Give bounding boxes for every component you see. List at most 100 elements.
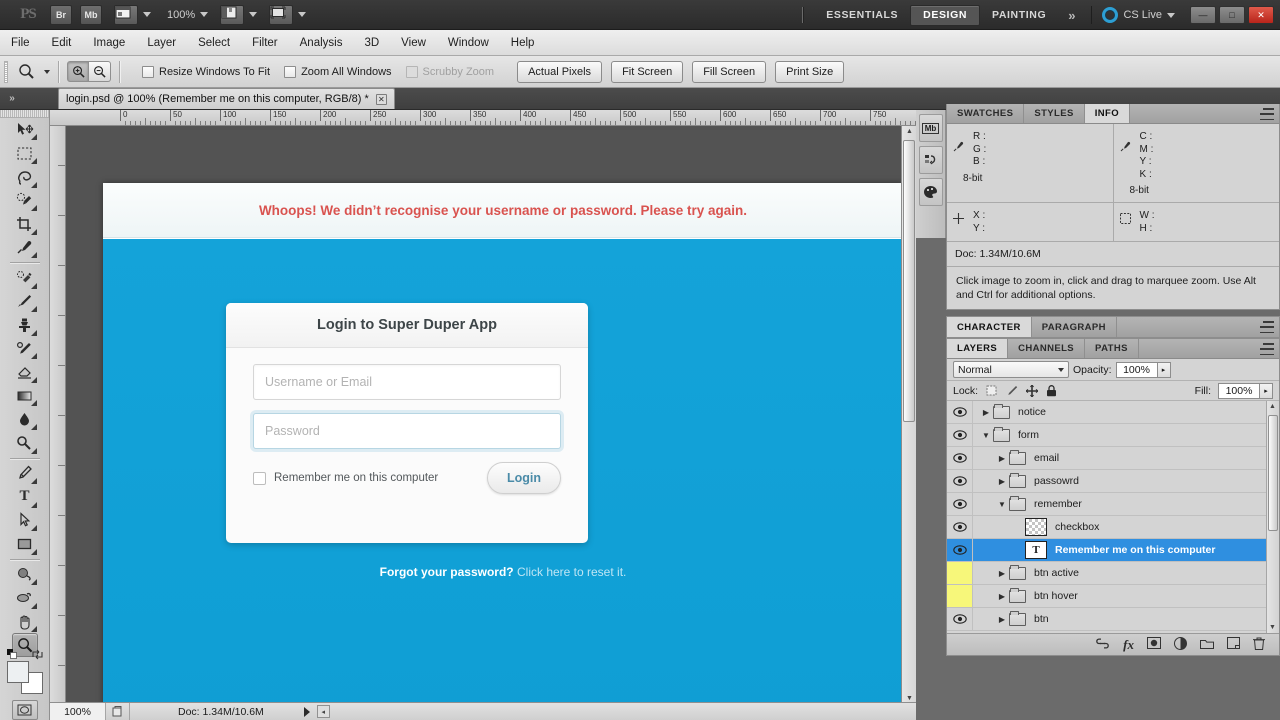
print-size-button[interactable]: Print Size bbox=[775, 60, 845, 83]
opacity-value[interactable]: 100% bbox=[1115, 361, 1158, 378]
vertical-scroll-thumb[interactable] bbox=[903, 140, 915, 422]
mini-bridge-icon[interactable]: Mb bbox=[918, 114, 943, 142]
fill-stepper[interactable]: ▸ bbox=[1260, 382, 1273, 399]
group-expand-icon[interactable]: ▶ bbox=[995, 592, 1009, 601]
actual-pixels-button[interactable]: Actual Pixels bbox=[517, 60, 603, 83]
layer-visibility-eye-icon[interactable] bbox=[947, 493, 973, 515]
close-document-icon[interactable]: ✕ bbox=[375, 93, 387, 105]
eraser-tool[interactable] bbox=[12, 360, 38, 384]
foreground-color-swatch[interactable] bbox=[6, 660, 29, 683]
layers-panel-menu-icon[interactable] bbox=[1260, 343, 1274, 355]
layer-row[interactable]: ▼ remember bbox=[947, 493, 1279, 516]
tab-styles[interactable]: STYLES bbox=[1024, 104, 1085, 123]
layer-visibility-eye-icon[interactable] bbox=[947, 608, 973, 630]
layer-visibility-eye-icon[interactable] bbox=[947, 424, 973, 446]
pen-tool[interactable] bbox=[12, 462, 38, 486]
layers-scroll-thumb[interactable] bbox=[1268, 415, 1278, 531]
layer-mask-icon[interactable] bbox=[1147, 637, 1161, 652]
status-proxy-icon[interactable] bbox=[106, 702, 130, 720]
workspace-tab-essentials[interactable]: ESSENTIALS bbox=[814, 5, 910, 26]
document-tab[interactable]: login.psd @ 100% (Remember me on this co… bbox=[58, 88, 395, 109]
layer-visibility-eye-icon[interactable] bbox=[947, 470, 973, 492]
cs-live-button[interactable]: CS Live bbox=[1102, 7, 1175, 23]
menu-edit[interactable]: Edit bbox=[41, 30, 83, 56]
lock-all-icon[interactable] bbox=[1045, 384, 1058, 397]
rectangle-tool[interactable] bbox=[12, 532, 38, 556]
menu-analysis[interactable]: Analysis bbox=[289, 30, 354, 56]
blend-mode-select[interactable]: Normal bbox=[953, 361, 1069, 378]
history-brush-tool[interactable] bbox=[12, 337, 38, 361]
tab-character[interactable]: CHARACTER bbox=[947, 317, 1032, 337]
username-input[interactable]: Username or Email bbox=[253, 364, 561, 400]
tools-panel-grip[interactable] bbox=[0, 110, 49, 118]
status-zoom-field[interactable]: 100% bbox=[50, 702, 106, 720]
zoom-caret-icon[interactable] bbox=[200, 12, 209, 17]
tab-paragraph[interactable]: PARAGRAPH bbox=[1032, 317, 1117, 337]
swap-colors-icon[interactable] bbox=[31, 649, 43, 663]
tab-swatches[interactable]: SWATCHES bbox=[947, 104, 1025, 123]
quick-mask-mode-button[interactable] bbox=[11, 700, 38, 720]
group-expand-icon[interactable]: ▶ bbox=[995, 454, 1009, 463]
clone-stamp-tool[interactable] bbox=[12, 313, 38, 337]
layers-scroll-up-icon[interactable]: ▲ bbox=[1269, 403, 1276, 410]
lock-position-icon[interactable] bbox=[1025, 384, 1038, 397]
arrange-documents-icon[interactable] bbox=[220, 4, 245, 25]
canvas-vertical-scrollbar[interactable]: ▲ ▼ bbox=[901, 126, 916, 704]
layer-visibility-eye-icon[interactable] bbox=[947, 447, 973, 469]
layer-visibility-off-icon[interactable] bbox=[947, 562, 973, 584]
menu-layer[interactable]: Layer bbox=[136, 30, 187, 56]
layer-row[interactable]: ▶ notice bbox=[947, 401, 1279, 424]
lock-transparency-icon[interactable] bbox=[985, 384, 998, 397]
fit-screen-button[interactable]: Fit Screen bbox=[611, 60, 684, 83]
lasso-tool[interactable] bbox=[12, 165, 38, 189]
menu-select[interactable]: Select bbox=[187, 30, 241, 56]
info-panel-menu-icon[interactable] bbox=[1260, 108, 1274, 120]
zoom-all-windows-checkbox[interactable]: Zoom All Windows bbox=[284, 65, 392, 78]
layer-row[interactable]: T Remember me on this computer bbox=[947, 539, 1279, 562]
menu-image[interactable]: Image bbox=[82, 30, 136, 56]
new-group-icon[interactable] bbox=[1200, 638, 1214, 652]
tab-info[interactable]: INFO bbox=[1084, 104, 1130, 123]
horizontal-ruler[interactable]: 0 50 100 150 200 250 300 350 400 450 500 550 600 650 7… bbox=[50, 110, 916, 126]
status-resize-grip[interactable]: ◂ bbox=[316, 705, 330, 718]
layer-visibility-eye-icon[interactable] bbox=[947, 401, 973, 423]
layers-list[interactable]: ▶ notice ▼ form ▶ email ▶ passowrd ▼ remember chec… bbox=[947, 401, 1279, 633]
bridge-button[interactable]: Br bbox=[50, 4, 72, 25]
layer-style-icon[interactable]: fx bbox=[1123, 637, 1134, 653]
layer-row[interactable]: ▶ btn active bbox=[947, 562, 1279, 585]
3d-camera-rotate-tool[interactable] bbox=[12, 586, 38, 610]
menu-view[interactable]: View bbox=[390, 30, 437, 56]
default-colors-icon[interactable] bbox=[6, 648, 17, 659]
menu-help[interactable]: Help bbox=[500, 30, 546, 56]
close-button[interactable]: ✕ bbox=[1248, 6, 1274, 24]
layer-row[interactable]: ▼ form bbox=[947, 424, 1279, 447]
layer-row[interactable]: ▶ passowrd bbox=[947, 470, 1279, 493]
screen-mode-icon[interactable] bbox=[269, 4, 294, 25]
quick-selection-tool[interactable] bbox=[12, 189, 38, 213]
path-selection-tool[interactable] bbox=[12, 509, 38, 533]
resize-windows-to-fit-checkbox[interactable]: Resize Windows To Fit bbox=[142, 65, 270, 78]
fill-screen-button[interactable]: Fill Screen bbox=[692, 60, 767, 83]
group-collapse-icon[interactable]: ▼ bbox=[995, 500, 1009, 509]
link-layers-icon[interactable] bbox=[1095, 637, 1110, 652]
history-icon[interactable] bbox=[918, 146, 943, 174]
brush-tool[interactable] bbox=[12, 290, 38, 314]
remember-me-checkbox[interactable]: Remember me on this computer bbox=[253, 471, 438, 485]
gradient-tool[interactable] bbox=[12, 384, 38, 408]
zoom-tool-icon[interactable] bbox=[14, 61, 38, 83]
3d-object-rotate-tool[interactable] bbox=[12, 563, 38, 587]
scroll-down-icon[interactable]: ▼ bbox=[906, 695, 913, 702]
workspace-grip[interactable] bbox=[802, 7, 805, 23]
group-collapse-icon[interactable]: ▼ bbox=[979, 431, 993, 440]
move-tool[interactable] bbox=[12, 118, 38, 142]
vertical-ruler[interactable] bbox=[50, 126, 66, 704]
layer-visibility-eye-icon[interactable] bbox=[947, 516, 973, 538]
login-button[interactable]: Login bbox=[486, 462, 561, 494]
group-expand-icon[interactable]: ▶ bbox=[995, 615, 1009, 624]
hand-tool[interactable] bbox=[12, 610, 38, 634]
layer-row[interactable]: ▶ btn hover bbox=[947, 585, 1279, 608]
color-palette-icon[interactable] bbox=[918, 178, 943, 206]
tab-channels[interactable]: CHANNELS bbox=[1008, 339, 1086, 358]
rectangular-marquee-tool[interactable] bbox=[12, 141, 38, 165]
collapse-panels-icon[interactable]: » bbox=[0, 87, 24, 109]
